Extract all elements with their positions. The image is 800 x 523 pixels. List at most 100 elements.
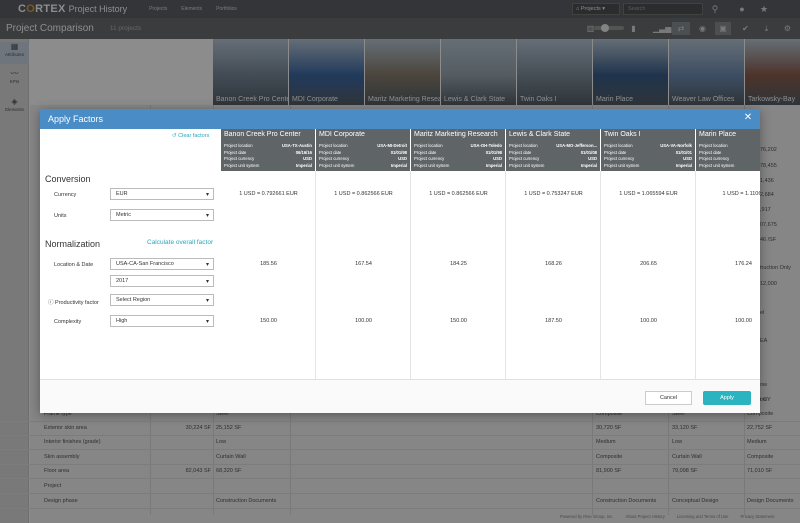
meta-label: Project currency xyxy=(604,156,635,161)
factor-column: 1 USD = 0.862566 EUR 184.25 150.00 xyxy=(411,171,506,387)
apply-factors-dialog: Apply Factors ✕ ↺ Clear factors Conversi… xyxy=(40,109,760,413)
meta-label: Project date xyxy=(319,149,342,155)
meta-label: Project date xyxy=(699,149,722,155)
meta-label: Project unit system xyxy=(699,162,735,168)
meta-label: Project unit system xyxy=(509,162,545,168)
clear-factors-link[interactable]: ↺ Clear factors xyxy=(172,133,209,139)
conversion-heading: Conversion xyxy=(45,174,91,184)
meta-value: 01/01/98 xyxy=(390,149,407,155)
project-column-header: Twin Oaks I Project location USA-VA-Norfol… xyxy=(601,129,696,171)
meta-label: Project location xyxy=(509,143,538,148)
conversion-factor: 1 USD = 1.065594 EUR xyxy=(619,191,678,197)
conversion-factor: 1 USD = 1.11060 xyxy=(722,191,760,197)
location-select[interactable]: USA-CA-San Francisco xyxy=(110,258,214,270)
factors-panel xyxy=(40,129,220,413)
meta-value: USD xyxy=(588,156,597,161)
meta-label: Project date xyxy=(224,149,247,155)
meta-label: Project currency xyxy=(509,156,540,161)
currency-select[interactable]: EUR xyxy=(110,188,214,200)
conversion-factor: 1 USD = 0.862566 EUR xyxy=(429,191,488,197)
meta-label: Project location xyxy=(414,143,443,148)
meta-value: 01/01/98 xyxy=(485,149,502,155)
meta-value: USD xyxy=(398,156,407,161)
info-icon[interactable]: ⓘ xyxy=(48,300,54,306)
meta-label: Project location xyxy=(699,143,728,148)
location-factor-input[interactable]: 167.54 xyxy=(316,261,411,267)
reset-icon: ↺ xyxy=(172,133,177,139)
currency-label: Currency xyxy=(54,192,77,198)
meta-value: USD xyxy=(493,156,502,161)
location-factor-input[interactable]: 184.25 xyxy=(411,261,506,267)
units-select[interactable]: Metric xyxy=(110,209,214,221)
complexity-select[interactable]: High xyxy=(110,315,214,327)
meta-label: Project currency xyxy=(699,156,730,161)
project-column-header: Banon Creek Pro Center Project location US… xyxy=(221,129,316,171)
meta-value: USA-TX-Austin xyxy=(281,143,312,148)
meta-label: Project currency xyxy=(224,156,255,161)
apply-button[interactable]: Apply xyxy=(703,391,751,405)
meta-label: Project date xyxy=(414,149,437,155)
productivity-select[interactable]: Select Region xyxy=(110,294,214,306)
meta-value: Imperial xyxy=(675,162,692,168)
complexity-factor-input[interactable]: 187.50 xyxy=(506,318,601,324)
factor-column: 1 USD = 0.862566 EUR 167.54 100.00 xyxy=(316,171,411,387)
location-factor-input[interactable]: 206.65 xyxy=(601,261,696,267)
conversion-factor: 1 USD = 0.792661 EUR xyxy=(239,191,298,197)
dialog-title: Apply Factors xyxy=(40,109,760,129)
location-factor-input[interactable]: 168.26 xyxy=(506,261,601,267)
complexity-factor-input[interactable]: 150.00 xyxy=(221,318,316,324)
meta-label: Project currency xyxy=(319,156,350,161)
meta-label: Project date xyxy=(509,149,532,155)
meta-label: Project location xyxy=(319,143,348,148)
meta-value: USA-MI-Detroit xyxy=(377,143,407,148)
factor-column: 1 USD = 1.11060 176.24 100.00 xyxy=(696,171,760,387)
meta-label: Project unit system xyxy=(319,162,355,168)
meta-label: Project location xyxy=(604,143,633,148)
meta-value: USA-MO-Jefferson... xyxy=(556,143,597,148)
meta-label: Project unit system xyxy=(604,162,640,168)
normalization-heading: Normalization xyxy=(45,239,101,249)
conversion-factor: 1 USD = 0.753247 EUR xyxy=(524,191,583,197)
meta-value: USD xyxy=(683,156,692,161)
factor-column: 1 USD = 0.792661 EUR 185.56 150.00 xyxy=(221,171,316,387)
meta-label: Project location xyxy=(224,143,253,148)
complexity-factor-input[interactable]: 100.00 xyxy=(601,318,696,324)
meta-label: Project unit system xyxy=(224,162,260,168)
meta-value: USA-VA-Norfolk xyxy=(660,143,692,148)
meta-value: Imperial xyxy=(485,162,502,168)
complexity-factor-input[interactable]: 100.00 xyxy=(316,318,411,324)
factor-column: 1 USD = 0.753247 EUR 168.26 187.50 xyxy=(506,171,601,387)
factors-grid: Banon Creek Pro Center Project location US… xyxy=(220,129,760,387)
project-column-header: Marin PlaceProject locationUSAProject da… xyxy=(696,129,760,171)
location-factor-input[interactable]: 185.56 xyxy=(221,261,316,267)
productivity-label: ⓘ Productivity factor xyxy=(48,300,99,306)
calculate-overall-factor-link[interactable]: Calculate overall factor xyxy=(147,239,213,246)
meta-value: Imperial xyxy=(295,162,312,168)
complexity-label: Complexity xyxy=(54,319,82,325)
year-select[interactable]: 2017 xyxy=(110,275,214,287)
project-column-header: Maritz Marketing Research Project locatio… xyxy=(411,129,506,171)
meta-value: USA-OH-Toledo xyxy=(470,143,502,148)
meta-value: Imperial xyxy=(580,162,597,168)
project-name: Lewis & Clark State xyxy=(509,131,571,138)
factor-column: 1 USD = 1.065594 EUR 206.65 100.00 xyxy=(601,171,696,387)
complexity-factor-input[interactable]: 100.00 xyxy=(696,318,760,324)
project-column-header: MDI Corporate Project location USA-MI-Detr… xyxy=(316,129,411,171)
complexity-factor-input[interactable]: 150.00 xyxy=(411,318,506,324)
project-column-header: Lewis & Clark State Project location USA-M… xyxy=(506,129,601,171)
close-icon[interactable]: ✕ xyxy=(742,112,754,124)
meta-value: 01/01/08 xyxy=(580,149,597,155)
location-date-label: Location & Date xyxy=(54,262,94,268)
project-name: Twin Oaks I xyxy=(604,131,641,138)
cancel-button[interactable]: Cancel xyxy=(645,391,692,405)
project-name: Marin Place xyxy=(699,131,736,138)
location-factor-input[interactable]: 176.24 xyxy=(696,261,760,267)
meta-label: Project date xyxy=(604,149,627,155)
project-name: MDI Corporate xyxy=(319,131,365,138)
meta-value: 01/01/01 xyxy=(675,149,692,155)
units-label: Units xyxy=(54,213,67,219)
meta-value: 06/16/16 xyxy=(295,149,312,155)
conversion-factor: 1 USD = 0.862566 EUR xyxy=(334,191,393,197)
meta-value: Imperial xyxy=(390,162,407,168)
project-name: Maritz Marketing Research xyxy=(414,131,498,138)
